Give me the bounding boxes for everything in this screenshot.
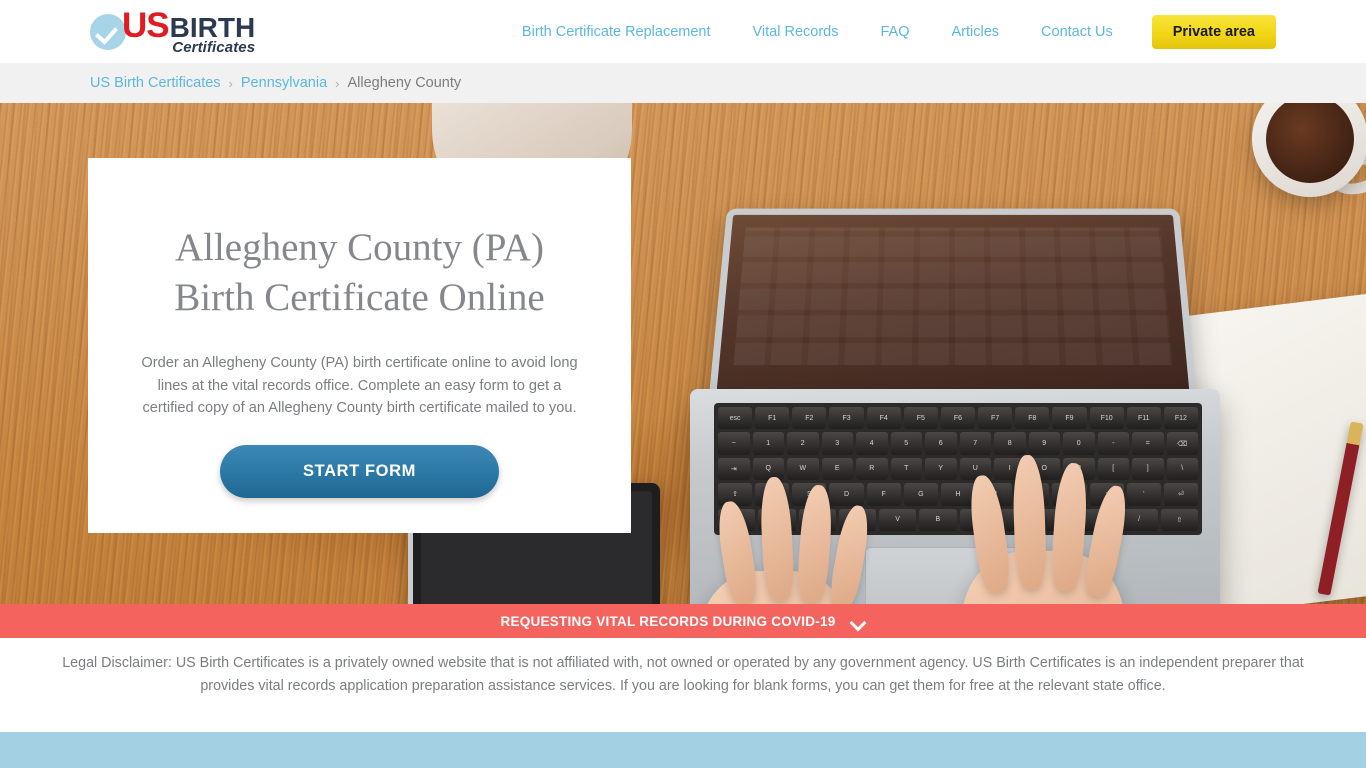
keyboard-key: = [1132,432,1164,455]
keyboard-row: ⇥QWERTYUIOP[]\ [718,457,1198,481]
keyboard-key: [ [1097,457,1129,481]
keyboard-key: 5 [890,432,922,455]
laptop-screen-reflection [733,227,1173,366]
keyboard-row: ⇪ASDFGHJKL;'⏎ [718,483,1198,506]
hero-description: Order an Allegheny County (PA) birth cer… [141,355,578,417]
keyboard-key: 9 [1028,432,1060,455]
keyboard-key: ⌫ [1166,432,1198,455]
keyboard-key: \ [1166,457,1198,481]
keyboard-row: esc F1 F2 F3 F4 F5 F6 F7 F8 F9 F10 F11 F12 [718,407,1198,430]
legal-disclaimer: Legal Disclaimer: US Birth Certificates … [0,638,1366,732]
keyboard-key: F5 [903,407,938,430]
chevron-down-icon[interactable] [850,617,866,626]
page-title-line-2: Birth Certificate Online [174,275,545,319]
private-area-button[interactable]: Private area [1151,14,1276,49]
start-form-button[interactable]: START FORM [220,444,499,498]
keyboard-key: 8 [994,432,1026,455]
keyboard-key: - [1097,432,1129,455]
nav-item-vital-records[interactable]: Vital Records [732,24,860,40]
keyboard-key: 4 [856,432,888,455]
keyboard-key: F8 [1015,407,1050,430]
nav-item-contact-us[interactable]: Contact Us [1020,24,1134,40]
covid-banner-label: REQUESTING VITAL RECORDS DURING COVID-19 [500,613,836,629]
keyboard-key: ⏎ [1163,483,1198,506]
keyboard-key: ⇧ [1160,508,1198,531]
laptop-screen-decoration [708,208,1198,404]
breadcrumb: US Birth Certificates › Pennsylvania › A… [0,63,1366,103]
footer-blue-strip [0,732,1366,768]
keyboard-key: 0 [1063,432,1095,455]
logo-birth-text: BIRTH [169,12,256,43]
keyboard-key: F3 [829,407,864,430]
keyboard-key: B [919,508,957,531]
keyboard-key: F1 [755,407,790,430]
keyboard-key: G [903,483,938,506]
keyboard-key: W [787,457,819,481]
nav-item-faq[interactable]: FAQ [859,24,930,40]
hero-card: Allegheny County (PA) Birth Certificate … [88,158,631,533]
logo-wordmark: US BIRTH Certificates [122,8,255,55]
keyboard-key: F7 [978,407,1013,430]
keyboard-key: F11 [1126,407,1161,430]
logo-us-text: US [122,6,170,45]
keyboard-key: esc [718,407,753,430]
nav-item-articles[interactable]: Articles [930,24,1020,40]
keyboard-key: 3 [821,432,853,455]
check-circle-icon [90,13,126,50]
hero-section: esc F1 F2 F3 F4 F5 F6 F7 F8 F9 F10 F11 F12 ~1 2 3 4 5 6 7 8… [0,103,1366,604]
breadcrumb-item-allegheny-county: Allegheny County [347,75,462,91]
keyboard-key: 2 [787,432,819,455]
keyboard-key: T [890,457,922,481]
covid-banner[interactable]: REQUESTING VITAL RECORDS DURING COVID-19 [0,604,1366,638]
breadcrumb-item-pennsylvania[interactable]: Pennsylvania [241,75,327,91]
keyboard-row: ~1 2 3 4 5 6 7 8 9 0- = ⌫ [718,432,1198,455]
keyboard-key: ' [1126,483,1161,506]
page-title-line-1: Allegheny County (PA) [174,226,545,269]
site-logo[interactable]: US BIRTH Certificates [90,8,255,55]
keyboard-key: R [856,457,888,481]
keyboard-key: ~ [718,432,750,455]
page-title: Allegheny County (PA) Birth Certificate … [174,223,544,322]
keyboard-key: Y [925,457,957,481]
breadcrumb-separator-icon: › [335,75,340,91]
keyboard-key: F4 [866,407,901,430]
keyboard-key: 1 [752,432,784,455]
keyboard-key: F6 [940,407,976,430]
keyboard-key: 7 [959,432,991,455]
keyboard-key: H [940,483,976,506]
breadcrumb-item-us-birth-certificates[interactable]: US Birth Certificates [90,75,221,91]
main-navigation: Birth Certificate Replacement Vital Reco… [501,14,1276,49]
keyboard-key: F12 [1163,407,1198,430]
keyboard-key: V [879,508,917,531]
keyboard-key: F [866,483,901,506]
keyboard-key: / [1120,508,1158,531]
keyboard-key: F10 [1089,407,1124,430]
breadcrumb-separator-icon: › [228,75,233,91]
keyboard-key: Q [752,457,784,481]
keyboard-key: ] [1132,457,1164,481]
keyboard-key: 6 [925,432,957,455]
keyboard-key: D [829,483,864,506]
keyboard-key: F2 [792,407,827,430]
site-header: US BIRTH Certificates Birth Certificate … [0,0,1366,63]
keyboard-key: ⇥ [718,457,750,481]
nav-item-birth-certificate-replacement[interactable]: Birth Certificate Replacement [501,24,732,40]
keyboard-key: F9 [1052,407,1087,430]
keyboard-key: E [821,457,853,481]
